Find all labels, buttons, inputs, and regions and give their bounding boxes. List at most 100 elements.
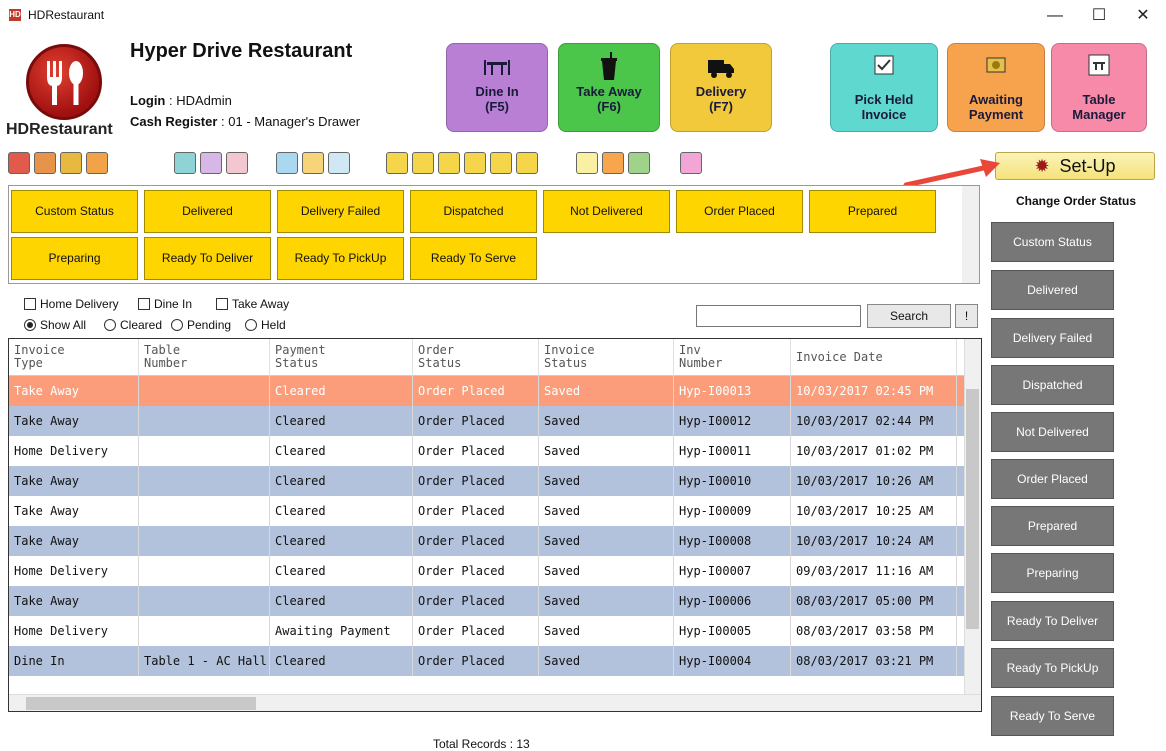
status-delivery-failed[interactable]: Delivery Failed xyxy=(277,190,404,233)
floor-plan-icon[interactable] xyxy=(226,152,248,174)
status-prepared[interactable]: Prepared xyxy=(809,190,936,233)
change-status-delivery-failed-button[interactable]: Delivery Failed xyxy=(991,318,1114,358)
table-manager-button[interactable]: Table Manager xyxy=(1051,43,1147,132)
change-status-order-placed-button[interactable]: Order Placed xyxy=(991,459,1114,499)
change-status-preparing-button[interactable]: Preparing xyxy=(991,553,1114,593)
table-cell: Saved xyxy=(539,616,674,646)
cleared-radio[interactable]: Cleared xyxy=(104,318,162,332)
register-icon[interactable] xyxy=(386,152,408,174)
modifier-icon[interactable] xyxy=(60,152,82,174)
table-row[interactable]: Home Delivery Cleared Order Placed Saved Hyp… xyxy=(9,436,965,466)
table-row[interactable]: Take Away Cleared Order Placed Saved Hyp-I00… xyxy=(9,466,965,496)
add-table-icon[interactable] xyxy=(174,152,196,174)
header-inv-number[interactable]: Inv Number xyxy=(674,339,791,376)
user-icon[interactable] xyxy=(628,152,650,174)
notes-icon[interactable] xyxy=(412,152,434,174)
change-status-dispatched-button[interactable]: Dispatched xyxy=(991,365,1114,405)
change-status-prepared-button[interactable]: Prepared xyxy=(991,506,1114,546)
take-away-checkbox[interactable]: Take Away xyxy=(216,297,289,311)
change-status-ready-to-serve-button[interactable]: Ready To Serve xyxy=(991,696,1114,736)
screen-icon[interactable] xyxy=(328,152,350,174)
header-label: Inv xyxy=(679,343,701,357)
maximize-button[interactable]: ☐ xyxy=(1077,0,1121,32)
counter-icon[interactable] xyxy=(576,152,598,174)
header-label: Number xyxy=(144,356,188,370)
table-row[interactable]: Take Away Cleared Order Placed Saved Hyp-I00… xyxy=(9,586,965,616)
awaiting-payment-button[interactable]: Awaiting Payment xyxy=(947,43,1045,132)
dine-in-checkbox[interactable]: Dine In xyxy=(138,297,192,311)
calendar-icon[interactable] xyxy=(516,152,538,174)
setup-button[interactable]: ✹ Set-Up xyxy=(995,152,1155,180)
app-icon: HD xyxy=(9,9,21,21)
status-delivered[interactable]: Delivered xyxy=(144,190,271,233)
status-custom-status[interactable]: Custom Status xyxy=(11,190,138,233)
table-cell: Saved xyxy=(539,406,674,436)
home-delivery-label: Home Delivery xyxy=(40,297,119,311)
transfer-icon[interactable] xyxy=(602,152,624,174)
reports-chart-icon[interactable] xyxy=(276,152,298,174)
logo-text: HDRestaurant xyxy=(6,121,113,138)
horizontal-scrollbar[interactable] xyxy=(9,694,981,711)
close-button[interactable]: ✕ xyxy=(1121,0,1165,32)
menu-item-icon[interactable] xyxy=(34,152,56,174)
search-button[interactable]: Search xyxy=(867,304,951,328)
pick-held-invoice-button[interactable]: Pick Held Invoice xyxy=(830,43,938,132)
dine-in-button[interactable]: Dine In (F5) xyxy=(446,43,548,132)
delivery-truck-icon[interactable] xyxy=(302,152,324,174)
status-ready-to-pickup[interactable]: Ready To PickUp xyxy=(277,237,404,280)
table-row[interactable]: Take Away Cleared Order Placed Saved Hyp-I00… xyxy=(9,496,965,526)
cart-icon[interactable] xyxy=(438,152,460,174)
status-order-placed[interactable]: Order Placed xyxy=(676,190,803,233)
table-cell: 08/03/2017 03:21 PM xyxy=(791,646,957,676)
purchase-icon[interactable] xyxy=(490,152,512,174)
search-input[interactable] xyxy=(696,305,861,327)
header-invoice-type[interactable]: Invoice Type xyxy=(9,339,139,376)
status-not-delivered[interactable]: Not Delivered xyxy=(543,190,670,233)
header-payment-status[interactable]: Payment Status xyxy=(270,339,413,376)
horizontal-scroll-thumb[interactable] xyxy=(26,697,256,710)
table-row[interactable]: Home Delivery Awaiting Payment Order Place… xyxy=(9,616,965,646)
header-table-number[interactable]: Table Number xyxy=(139,339,270,376)
show-all-radio[interactable]: Show All xyxy=(24,318,86,332)
change-status-ready-to-pickup-button[interactable]: Ready To PickUp xyxy=(991,648,1114,688)
vertical-scrollbar[interactable] xyxy=(964,339,981,694)
pending-radio[interactable]: Pending xyxy=(171,318,231,332)
change-status-custom-status-button[interactable]: Custom Status xyxy=(991,222,1114,262)
status-panel-scrollbar[interactable] xyxy=(962,186,979,283)
table-row[interactable]: Dine In Table 1 - AC Hall Cleared Order Pla… xyxy=(9,646,965,676)
status-dispatched[interactable]: Dispatched xyxy=(410,190,537,233)
change-status-not-delivered-button[interactable]: Not Delivered xyxy=(991,412,1114,452)
category-icon[interactable] xyxy=(8,152,30,174)
header-invoice-status[interactable]: Invoice Status xyxy=(539,339,674,376)
key-icon[interactable] xyxy=(680,152,702,174)
status-ready-to-serve[interactable]: Ready To Serve xyxy=(410,237,537,280)
table-cell: Cleared xyxy=(270,496,413,526)
held-radio[interactable]: Held xyxy=(245,318,286,332)
table-layout-icon[interactable] xyxy=(200,152,222,174)
table-cell: Saved xyxy=(539,556,674,586)
exclamation-button[interactable]: ! xyxy=(955,304,978,328)
status-ready-to-deliver[interactable]: Ready To Deliver xyxy=(144,237,271,280)
table-row[interactable]: Take Away Cleared Order Placed Saved Hyp-I00… xyxy=(9,406,965,436)
table-cell: Home Delivery xyxy=(9,616,139,646)
change-status-delivered-button[interactable]: Delivered xyxy=(991,270,1114,310)
change-status-ready-to-deliver-button[interactable]: Ready To Deliver xyxy=(991,601,1114,641)
delivery-button[interactable]: Delivery (F7) xyxy=(670,43,772,132)
table-row[interactable]: Take Away Cleared Order Placed Saved Hyp-I00… xyxy=(9,376,965,406)
home-delivery-checkbox[interactable]: Home Delivery xyxy=(24,297,119,311)
table-cell xyxy=(139,436,270,466)
table-cell: Cleared xyxy=(270,646,413,676)
take-away-button[interactable]: Take Away (F6) xyxy=(558,43,660,132)
header-order-status[interactable]: Order Status xyxy=(413,339,539,376)
table-row[interactable]: Home Delivery Cleared Order Placed Saved Hyp… xyxy=(9,556,965,586)
combo-icon[interactable] xyxy=(86,152,108,174)
table-cell: 10/03/2017 02:44 PM xyxy=(791,406,957,436)
minimize-button[interactable]: — xyxy=(1033,0,1077,32)
table-label-1: Table xyxy=(1082,92,1116,107)
table-row[interactable]: Take Away Cleared Order Placed Saved Hyp-I00… xyxy=(9,526,965,556)
checklist-icon[interactable] xyxy=(464,152,486,174)
header-invoice-date[interactable]: Invoice Date xyxy=(791,339,957,376)
status-preparing[interactable]: Preparing xyxy=(11,237,138,280)
vertical-scroll-thumb[interactable] xyxy=(966,389,979,629)
table-icon xyxy=(1088,54,1110,76)
